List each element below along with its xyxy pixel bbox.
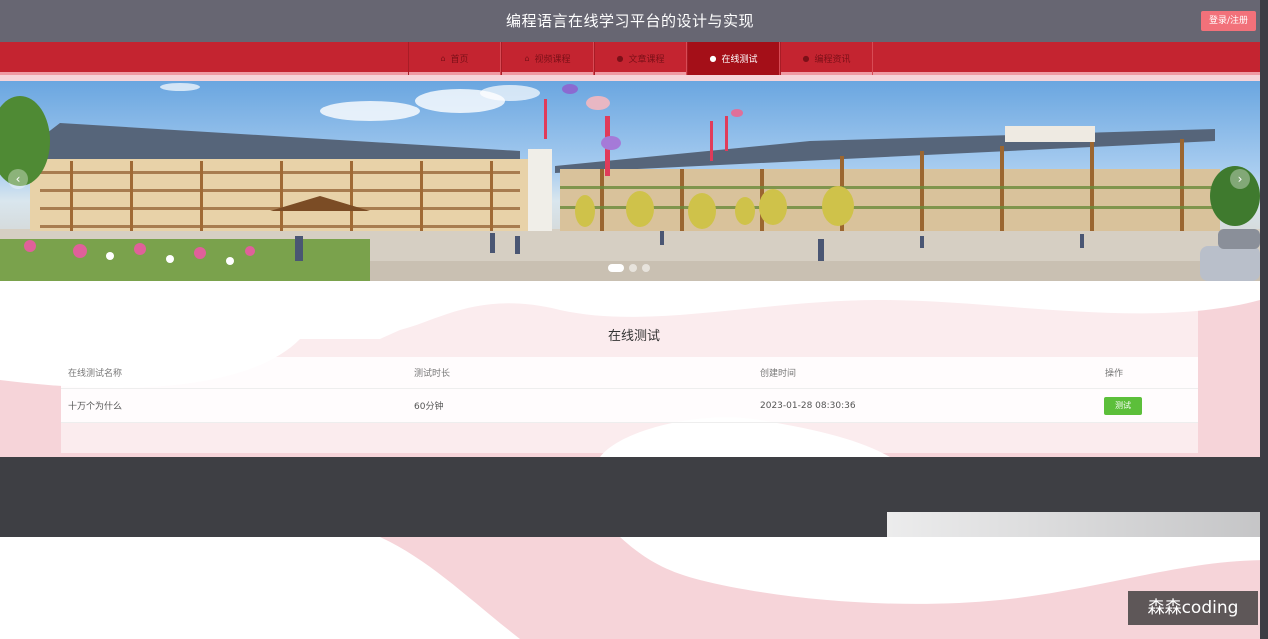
banner-dot[interactable] xyxy=(629,264,637,272)
action-cell: 测试 xyxy=(1104,389,1142,422)
nav-item-4[interactable]: ● 编程资讯 xyxy=(780,42,873,75)
login-register-button[interactable]: 登录/注册 xyxy=(1200,11,1256,31)
watermark: 森森coding xyxy=(1128,591,1258,625)
info-circle-icon: ● xyxy=(616,54,624,63)
column-header-duration: 测试时长 xyxy=(414,369,451,379)
nav-item-label: 在线测试 xyxy=(721,55,758,65)
column-header-created: 创建时间 xyxy=(760,369,797,379)
test-created-cell: 2023-01-28 08:30:36 xyxy=(760,400,856,411)
column-header-name: 在线测试名称 xyxy=(68,369,123,379)
test-name-cell: 十万个为什么 xyxy=(68,402,123,412)
column-header-action: 操作 xyxy=(1105,369,1124,379)
nav-item-3[interactable]: ● 在线测试 xyxy=(687,42,780,75)
nav-item-label: 文章课程 xyxy=(628,55,665,65)
start-test-button[interactable]: 测试 xyxy=(1104,396,1142,415)
nav-item-label: 编程资讯 xyxy=(814,55,851,65)
scrollbar[interactable] xyxy=(1260,0,1268,639)
banner-image xyxy=(0,83,1260,281)
lock-icon: ⌂ xyxy=(524,54,530,63)
home-icon: ⌂ xyxy=(440,54,446,63)
info-circle-icon: ● xyxy=(802,54,810,63)
banner-carousel: ‹ › xyxy=(0,81,1260,281)
nav-item-label: 视频课程 xyxy=(534,55,571,65)
nav-item-2[interactable]: ● 文章课程 xyxy=(594,42,687,75)
banner-prev-arrow[interactable]: ‹ xyxy=(8,169,28,189)
test-duration-cell: 60分钟 xyxy=(414,402,444,412)
banner-dot[interactable] xyxy=(642,264,650,272)
nav-items: ⌂ 首页 ⌂ 视频课程 ● 文章课程 ● 在线测试 ● 编程资讯 xyxy=(408,42,873,75)
nav-item-1[interactable]: ⌂ 视频课程 xyxy=(501,42,594,75)
test-table: 在线测试名称 测试时长 创建时间 操作 十万个为什么 60分钟 2023-01-… xyxy=(61,357,1198,423)
banner-next-arrow[interactable]: › xyxy=(1230,169,1250,189)
banner-indicators xyxy=(608,264,655,272)
site-title: 编程语言在线学习平台的设计与实现 xyxy=(505,12,754,30)
site-header: 编程语言在线学习平台的设计与实现 登录/注册 xyxy=(0,0,1260,42)
info-circle-icon: ● xyxy=(709,54,717,63)
footer-overlay xyxy=(887,512,1260,542)
nav-item-label: 首页 xyxy=(450,55,469,65)
table-header-row: 在线测试名称 测试时长 创建时间 操作 xyxy=(61,357,1198,388)
table-row: 十万个为什么 60分钟 2023-01-28 08:30:36 测试 xyxy=(61,388,1198,423)
section-title: 在线测试 xyxy=(607,329,660,344)
main-nav: ⌂ 首页 ⌂ 视频课程 ● 文章课程 ● 在线测试 ● 编程资讯 xyxy=(0,42,1260,75)
nav-item-0[interactable]: ⌂ 首页 xyxy=(408,42,501,75)
banner-dot[interactable] xyxy=(608,264,624,272)
